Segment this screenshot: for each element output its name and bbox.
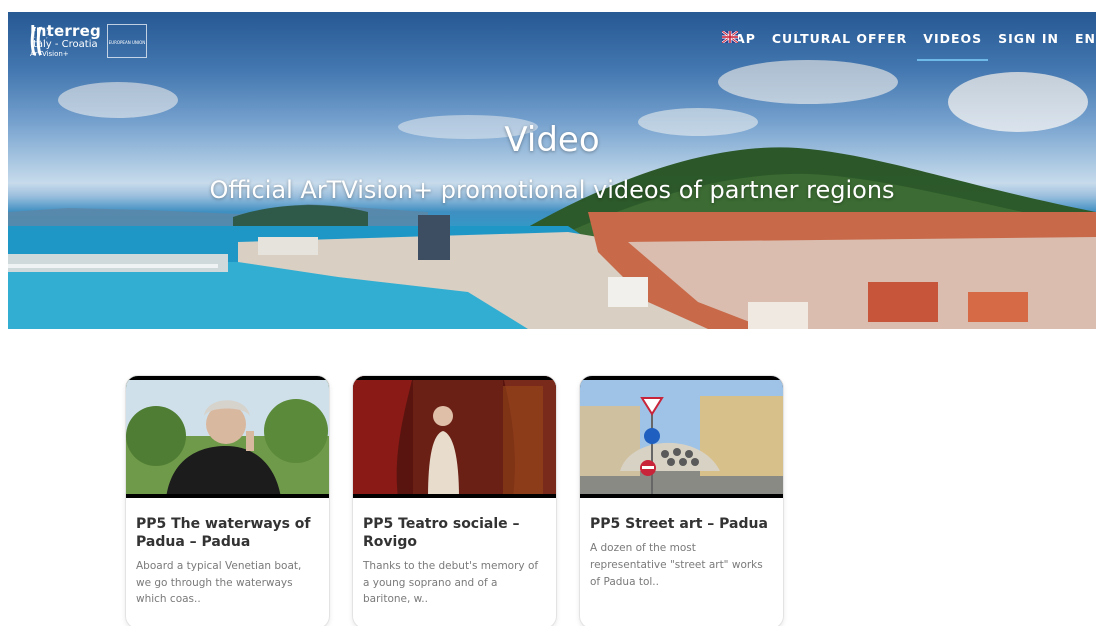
hero-banner: Interreg Italy - Croatia ArTVision+ EURO… [8, 12, 1096, 329]
eu-label: EUROPEAN UNION [108, 39, 146, 45]
video-thumbnail[interactable] [126, 376, 329, 498]
uk-flag-icon [721, 31, 738, 43]
page-subtitle: Official ArTVision+ promotional videos o… [209, 176, 895, 204]
page-title: Video [504, 120, 600, 160]
video-thumbnail[interactable] [580, 376, 783, 498]
letterbox-bottom [126, 494, 329, 498]
video-card-title[interactable]: PP5 Street art – Padua [590, 516, 773, 534]
nav-item-sign-in[interactable]: SIGN IN [998, 31, 1059, 46]
video-thumbnail[interactable] [353, 376, 556, 498]
letterbox-top [353, 376, 556, 380]
eu-stars-icon [33, 26, 49, 42]
video-card[interactable]: PP5 Teatro sociale – Rovigo Thanks to th… [353, 376, 556, 626]
video-card-title[interactable]: PP5 Teatro sociale – Rovigo [363, 516, 546, 552]
video-card-list: PP5 The waterways of Padua – Padua Aboar… [126, 376, 783, 626]
language-selector[interactable]: EN [721, 31, 1096, 46]
video-card-description: Aboard a typical Venetian boat, we go th… [136, 559, 302, 606]
letterbox-top [126, 376, 329, 380]
video-thumbnail-waterways [126, 376, 329, 498]
letterbox-bottom [580, 494, 783, 498]
eu-flag-icon: EUROPEAN UNION [33, 24, 147, 58]
main-nav: MAP CULTURAL OFFER VIDEOS SIGN IN EN [721, 31, 1096, 61]
video-thumbnail-street-art [580, 376, 783, 498]
interreg-logo[interactable]: Interreg Italy - Croatia ArTVision+ EURO… [30, 24, 147, 58]
language-label: EN [1074, 31, 1096, 46]
video-thumbnail-teatro [353, 376, 556, 498]
video-card[interactable]: PP5 Street art – Padua A dozen of the mo… [580, 376, 783, 626]
letterbox-bottom [353, 494, 556, 498]
video-card-title[interactable]: PP5 The waterways of Padua – Padua [136, 516, 319, 552]
page: Interreg Italy - Croatia ArTVision+ EURO… [0, 0, 1096, 626]
nav-item-cultural-offer[interactable]: CULTURAL OFFER [772, 31, 907, 46]
video-card-description: A dozen of the most representative "stre… [590, 541, 763, 588]
video-card[interactable]: PP5 The waterways of Padua – Padua Aboar… [126, 376, 329, 626]
video-card-description: Thanks to the debut's memory of a young … [363, 559, 539, 606]
nav-item-videos[interactable]: VIDEOS [917, 31, 989, 61]
letterbox-top [580, 376, 783, 380]
